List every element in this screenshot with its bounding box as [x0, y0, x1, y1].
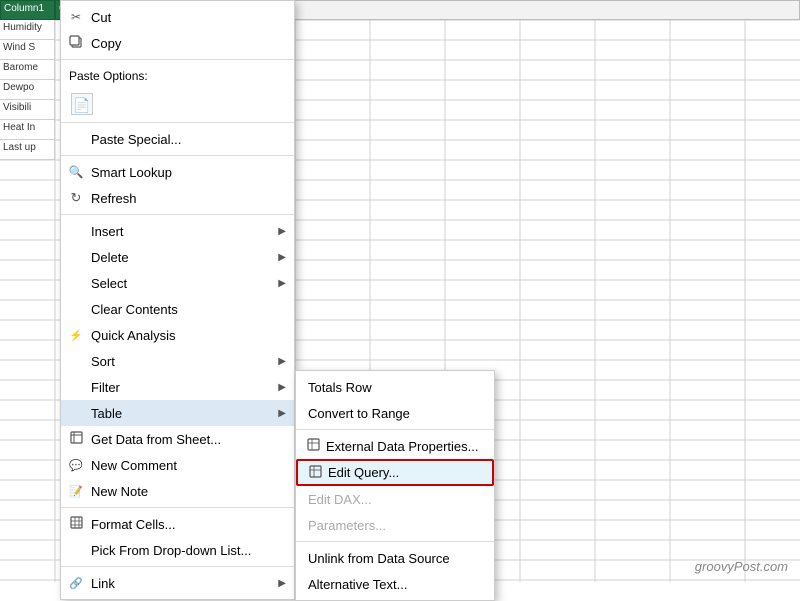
separator-1	[61, 59, 294, 60]
menu-item-paste-special[interactable]: Paste Special...	[61, 126, 294, 152]
context-menu-right: Totals Row Convert to Range External Dat…	[295, 370, 495, 601]
cell-visibili: Visibili	[0, 100, 55, 120]
watermark-text: groovyPost.com	[695, 559, 788, 574]
refresh-label: Refresh	[91, 191, 137, 206]
insert-arrow: ▶	[278, 226, 286, 237]
separator-3	[61, 155, 294, 156]
menu-item-format-cells[interactable]: Format Cells...	[61, 511, 294, 537]
cell-wind: Wind S	[0, 40, 55, 60]
cell-humidity: Humidity	[0, 20, 55, 40]
new-comment-icon: 💬	[67, 459, 85, 472]
col-header-1: Column1	[0, 0, 55, 20]
refresh-icon: ↻	[67, 190, 85, 206]
unlink-data-source-label: Unlink from Data Source	[308, 551, 450, 566]
edit-query-icon	[306, 465, 324, 481]
menu-item-edit-query[interactable]: Edit Query...	[296, 459, 494, 486]
copy-icon	[67, 35, 85, 52]
menu-item-edit-dax: Edit DAX...	[296, 486, 494, 512]
menu-item-link[interactable]: 🔗 Link ▶	[61, 570, 294, 596]
cut-icon: ✂	[67, 10, 85, 24]
table-arrow: ▶	[278, 408, 286, 419]
paste-special-label: Paste Special...	[91, 132, 181, 147]
pick-dropdown-label: Pick From Drop-down List...	[91, 543, 251, 558]
cell-heat-in: Heat In	[0, 120, 55, 140]
sidebar-column: Humidity Wind S Barome Dewpo Visibili He…	[0, 20, 55, 160]
separator-2	[61, 122, 294, 123]
quick-analysis-label: Quick Analysis	[91, 328, 176, 343]
menu-item-table[interactable]: Table ▶	[61, 400, 294, 426]
link-label: Link	[91, 576, 115, 591]
smart-lookup-icon: 🔍	[67, 165, 85, 179]
smart-lookup-label: Smart Lookup	[91, 165, 172, 180]
col-header-rest	[240, 0, 800, 20]
menu-item-unlink-data-source[interactable]: Unlink from Data Source	[296, 545, 494, 571]
external-data-label: External Data Properties...	[326, 439, 478, 454]
new-note-label: New Note	[91, 484, 148, 499]
select-arrow: ▶	[278, 278, 286, 289]
cell-dewpo: Dewpo	[0, 80, 55, 100]
delete-arrow: ▶	[278, 252, 286, 263]
paste-icon-1: 📄	[71, 93, 93, 115]
edit-dax-label: Edit DAX...	[308, 492, 372, 507]
get-data-icon	[67, 431, 85, 447]
menu-item-parameters: Parameters...	[296, 512, 494, 538]
insert-label: Insert	[91, 224, 124, 239]
copy-label: Copy	[91, 36, 121, 51]
menu-item-get-data[interactable]: Get Data from Sheet...	[61, 426, 294, 452]
quick-analysis-icon: ⚡	[67, 329, 85, 342]
menu-item-pick-dropdown[interactable]: Pick From Drop-down List...	[61, 537, 294, 563]
menu-item-copy[interactable]: Copy	[61, 30, 294, 56]
sort-arrow: ▶	[278, 356, 286, 367]
menu-item-external-data[interactable]: External Data Properties...	[296, 433, 494, 459]
table-label: Table	[91, 406, 122, 421]
delete-label: Delete	[91, 250, 129, 265]
menu-item-refresh[interactable]: ↻ Refresh	[61, 185, 294, 211]
context-menu-left: ✂ Cut Copy Paste Options: 📄 Paste Specia…	[60, 0, 295, 600]
paste-options-label: Paste Options:	[61, 63, 294, 89]
format-cells-icon	[67, 516, 85, 532]
link-arrow: ▶	[278, 578, 286, 589]
menu-item-filter[interactable]: Filter ▶	[61, 374, 294, 400]
format-cells-label: Format Cells...	[91, 517, 176, 532]
cell-last-up: Last up	[0, 140, 55, 160]
menu-item-quick-analysis[interactable]: ⚡ Quick Analysis	[61, 322, 294, 348]
menu-item-smart-lookup[interactable]: 🔍 Smart Lookup	[61, 159, 294, 185]
alternative-text-label: Alternative Text...	[308, 577, 407, 592]
new-comment-label: New Comment	[91, 458, 177, 473]
menu-item-totals-row[interactable]: Totals Row	[296, 374, 494, 400]
link-icon: 🔗	[67, 577, 85, 590]
paste-options-text: Paste Options:	[69, 69, 148, 83]
paste-icons-row[interactable]: 📄	[61, 89, 294, 119]
menu-item-select[interactable]: Select ▶	[61, 270, 294, 296]
menu-item-cut[interactable]: ✂ Cut	[61, 4, 294, 30]
edit-query-label: Edit Query...	[328, 465, 399, 480]
select-label: Select	[91, 276, 127, 291]
new-note-icon: 📝	[67, 485, 85, 498]
menu-item-insert[interactable]: Insert ▶	[61, 218, 294, 244]
submenu-separator-2	[296, 541, 494, 542]
sort-label: Sort	[91, 354, 115, 369]
separator-6	[61, 566, 294, 567]
watermark: groovyPost.com	[695, 559, 788, 574]
menu-item-alternative-text[interactable]: Alternative Text...	[296, 571, 494, 597]
cell-barome: Barome	[0, 60, 55, 80]
totals-row-label: Totals Row	[308, 380, 372, 395]
menu-item-sort[interactable]: Sort ▶	[61, 348, 294, 374]
clear-contents-label: Clear Contents	[91, 302, 178, 317]
convert-range-label: Convert to Range	[308, 406, 410, 421]
separator-4	[61, 214, 294, 215]
menu-item-new-note[interactable]: 📝 New Note	[61, 478, 294, 504]
external-data-icon	[304, 438, 322, 454]
menu-item-convert-range[interactable]: Convert to Range	[296, 400, 494, 426]
menu-item-clear-contents[interactable]: Clear Contents	[61, 296, 294, 322]
menu-item-new-comment[interactable]: 💬 New Comment	[61, 452, 294, 478]
filter-arrow: ▶	[278, 382, 286, 393]
submenu-separator-1	[296, 429, 494, 430]
filter-label: Filter	[91, 380, 120, 395]
get-data-label: Get Data from Sheet...	[91, 432, 221, 447]
menu-item-delete[interactable]: Delete ▶	[61, 244, 294, 270]
cut-label: Cut	[91, 10, 111, 25]
parameters-label: Parameters...	[308, 518, 386, 533]
separator-5	[61, 507, 294, 508]
